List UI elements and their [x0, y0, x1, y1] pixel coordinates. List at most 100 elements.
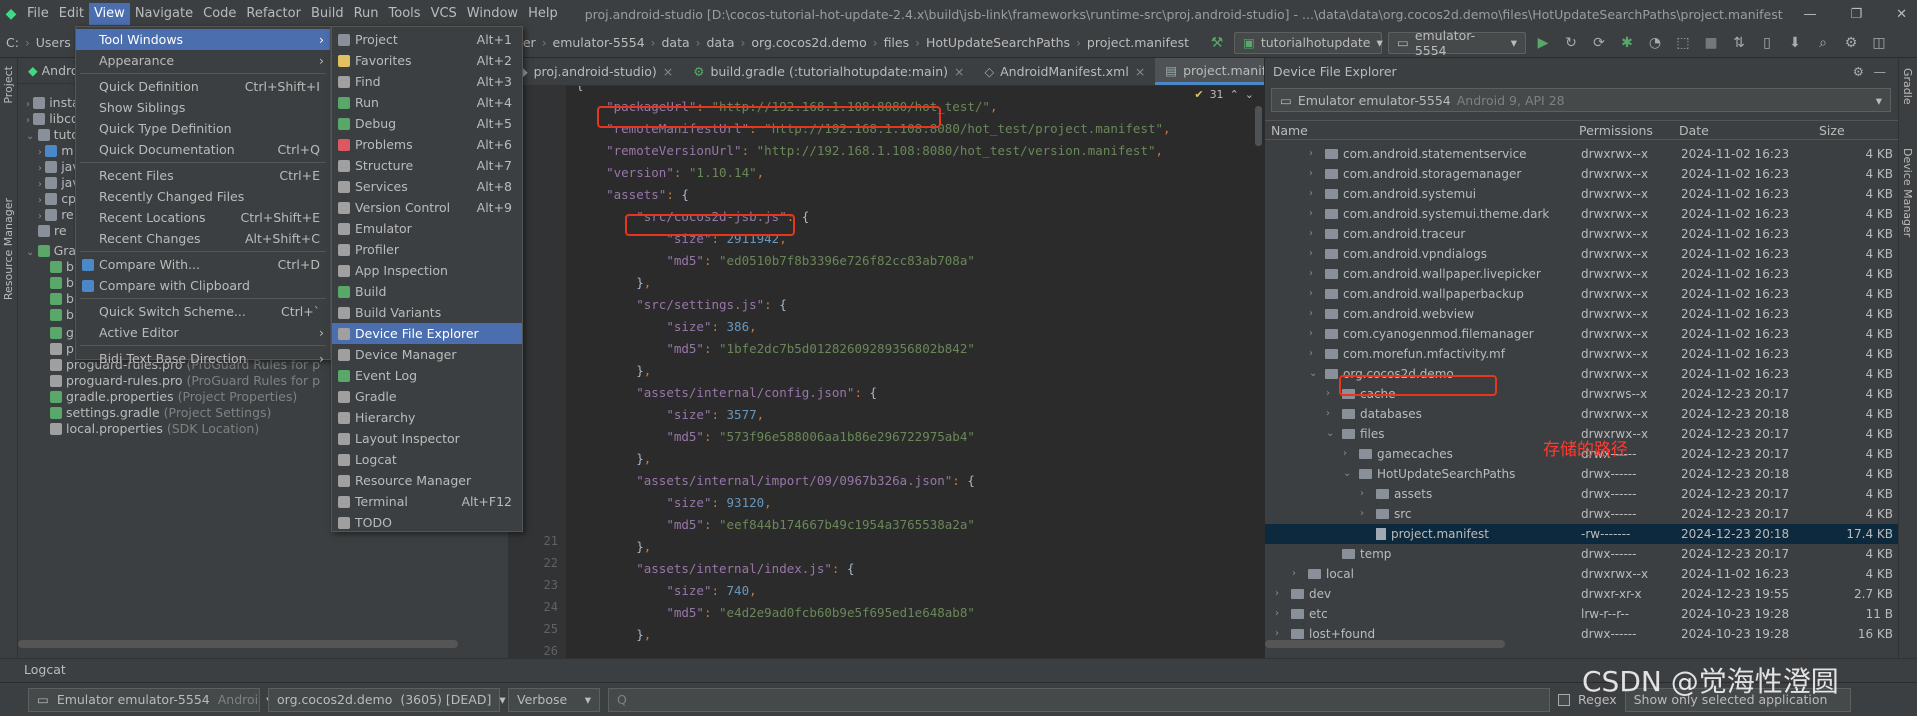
file-row[interactable]: › com.morefun.mfactivity.mf drwxrwx--x 2024… — [1265, 344, 1899, 364]
breadcrumb-item[interactable]: org.cocos2d.demo — [745, 35, 872, 50]
project-tree-item[interactable]: re — [38, 222, 67, 240]
chevron-right-icon[interactable]: › — [1309, 284, 1313, 304]
menu-item-bidi-text-base-direction[interactable]: Bidi Text Base Direction › — [76, 348, 330, 369]
chevron-right-icon[interactable]: › — [1275, 584, 1279, 604]
menu-item-gradle[interactable]: Gradle — [332, 386, 522, 407]
chevron-right-icon[interactable]: › — [1309, 164, 1313, 184]
menu-item-favorites[interactable]: Favorites Alt+2 — [332, 50, 522, 71]
breadcrumb-item[interactable]: data — [655, 35, 695, 50]
chevron-right-icon[interactable]: › — [1309, 324, 1313, 344]
chevron-right-icon[interactable]: › — [1360, 484, 1364, 504]
device-manager-icon[interactable]: ▯ — [1756, 32, 1778, 54]
menu-item-hierarchy[interactable]: Hierarchy — [332, 407, 522, 428]
file-row[interactable]: › assets drwx------ 2024-12-23 20:17 4 KB — [1265, 484, 1899, 504]
chevron-down-icon[interactable]: ⌄ — [1343, 464, 1351, 484]
chevron-icon[interactable]: › — [38, 163, 45, 174]
file-row[interactable]: › com.android.statementservice drwxrwx--x 2… — [1265, 144, 1899, 164]
chevron-down-icon[interactable]: ⌄ — [1326, 424, 1334, 444]
chevron-icon[interactable]: › — [38, 179, 45, 190]
menu-item-build[interactable]: Build — [332, 281, 522, 302]
col-name[interactable]: Name — [1271, 123, 1308, 138]
menu-item-quick-documentation[interactable]: Quick Documentation Ctrl+Q — [76, 139, 330, 160]
menu-item-resource-manager[interactable]: Resource Manager — [332, 470, 522, 491]
menu-item-terminal[interactable]: Terminal Alt+F12 — [332, 491, 522, 512]
chevron-up-icon[interactable]: ⌃ — [1230, 88, 1239, 101]
chevron-right-icon[interactable]: › — [1309, 304, 1313, 324]
menu-item-show-siblings[interactable]: Show Siblings — [76, 97, 330, 118]
menu-code[interactable]: Code — [198, 3, 241, 25]
hammer-icon[interactable]: ⚒ — [1206, 32, 1228, 54]
file-row[interactable]: › src drwx------ 2024-12-23 20:17 4 KB — [1265, 504, 1899, 524]
device-select[interactable]: ▭ emulator-5554 ▾ — [1388, 28, 1526, 58]
menu-item-services[interactable]: Services Alt+8 — [332, 176, 522, 197]
apply-changes-icon[interactable]: ↻ — [1560, 32, 1582, 54]
breadcrumb-item[interactable]: data — [700, 35, 740, 50]
code-editor[interactable]: 212223242526 { "packageUrl": "http://192… — [508, 86, 1264, 658]
menu-view[interactable]: View — [88, 3, 130, 25]
menu-window[interactable]: Window — [462, 3, 523, 25]
menu-item-active-editor[interactable]: Active Editor › — [76, 322, 330, 343]
menu-run[interactable]: Run — [349, 3, 384, 25]
menu-build[interactable]: Build — [306, 3, 349, 25]
col-date[interactable]: Date — [1679, 123, 1709, 138]
close-icon[interactable]: × — [1135, 64, 1145, 79]
menu-item-structure[interactable]: Structure Alt+7 — [332, 155, 522, 176]
profile-icon[interactable]: ◔ — [1644, 32, 1666, 54]
hide-icon[interactable]: — — [1874, 64, 1887, 79]
breadcrumb-drive[interactable]: C: — [0, 35, 25, 50]
chevron-icon[interactable]: › — [26, 115, 33, 126]
resource-manager-tool-tab[interactable]: Resource Manager — [2, 198, 15, 300]
sdk-manager-icon[interactable]: ⬇ — [1784, 32, 1806, 54]
settings-icon[interactable]: ⚙ — [1853, 64, 1864, 79]
chevron-icon[interactable]: ⌄ — [26, 131, 38, 142]
file-row[interactable]: › com.android.systemui.theme.dark drwxrwx-… — [1265, 204, 1899, 224]
logcat-search-input[interactable]: Q — [608, 687, 1550, 712]
file-row[interactable]: › com.cyanogenmod.filemanager drwxrwx--x 20… — [1265, 324, 1899, 344]
breadcrumb-item[interactable]: emulator-5554 — [547, 35, 651, 50]
debug-icon[interactable]: ✱ — [1616, 32, 1638, 54]
menu-item-run[interactable]: Run Alt+4 — [332, 92, 522, 113]
chevron-icon[interactable]: › — [26, 99, 33, 110]
menu-vcs[interactable]: VCS — [426, 3, 462, 25]
file-row[interactable]: › com.android.vpndialogs drwxrwx--x 2024-11… — [1265, 244, 1899, 264]
project-tool-tab[interactable]: Project — [2, 66, 15, 104]
chevron-right-icon[interactable]: › — [1309, 224, 1313, 244]
file-row[interactable]: project.manifest -rw------- 2024-12-23 20:… — [1265, 524, 1899, 544]
file-row[interactable]: › etc lrw-r--r-- 2024-10-23 19:28 11 B — [1265, 604, 1899, 624]
settings-icon[interactable]: ⚙ — [1840, 32, 1862, 54]
chevron-right-icon[interactable]: › — [1309, 144, 1313, 164]
file-row[interactable]: › com.android.traceur drwxrwx--x 2024-11-02… — [1265, 224, 1899, 244]
col-size[interactable]: Size — [1819, 123, 1845, 138]
menu-edit[interactable]: Edit — [54, 3, 89, 25]
menu-item-recent-changes[interactable]: Recent Changes Alt+Shift+C — [76, 228, 330, 249]
menu-item-quick-definition[interactable]: Quick Definition Ctrl+Shift+I — [76, 76, 330, 97]
file-row[interactable]: temp drwx------ 2024-12-23 20:17 4 KB — [1265, 544, 1899, 564]
file-row[interactable]: › dev drwxr-xr-x 2024-12-23 19:55 2.7 KB — [1265, 584, 1899, 604]
chevron-right-icon[interactable]: › — [1309, 244, 1313, 264]
col-permissions[interactable]: Permissions — [1579, 123, 1653, 138]
chevron-down-icon[interactable]: ⌄ — [1309, 364, 1317, 384]
attach-debugger-icon[interactable]: ⬚ — [1672, 32, 1694, 54]
chevron-right-icon[interactable]: › — [1309, 344, 1313, 364]
menu-item-build-variants[interactable]: Build Variants — [332, 302, 522, 323]
run-config-select[interactable]: ▣ tutorialhotupdate ▾ — [1234, 31, 1383, 54]
tab-proj-android-studio[interactable]: ◆proj.android-studio)× — [508, 58, 683, 85]
menu-item-debug[interactable]: Debug Alt+5 — [332, 113, 522, 134]
menu-item-compare-with-clipboard[interactable]: Compare with Clipboard — [76, 275, 330, 296]
device-selector[interactable]: ▭ Emulator emulator-5554 Android 9, API … — [1271, 88, 1891, 112]
menu-item-tool-windows[interactable]: Tool Windows › — [76, 29, 330, 50]
gradle-tool-tab[interactable]: Gradle — [1901, 68, 1914, 105]
file-row[interactable]: › databases drwxrwx--x 2024-12-23 20:18 4 KB — [1265, 404, 1899, 424]
file-row[interactable]: ⌄ HotUpdateSearchPaths drwx------ 2024-12-2… — [1265, 464, 1899, 484]
menu-item-app-inspection[interactable]: App Inspection — [332, 260, 522, 281]
notifications-icon[interactable]: ◫ — [1868, 32, 1890, 54]
file-row[interactable]: › com.android.wallpaper.livepicker drwxrwx… — [1265, 264, 1899, 284]
minimize-icon[interactable]: — — [1803, 7, 1816, 22]
chevron-icon[interactable]: › — [38, 211, 45, 222]
regex-checkbox[interactable] — [1558, 693, 1570, 706]
menu-item-device-file-explorer[interactable]: Device File Explorer — [332, 323, 522, 344]
horizontal-scrollbar[interactable] — [18, 640, 458, 648]
breadcrumb-item[interactable]: project.manifest — [1081, 35, 1195, 50]
close-icon[interactable]: × — [663, 64, 673, 79]
menu-refactor[interactable]: Refactor — [241, 3, 306, 25]
